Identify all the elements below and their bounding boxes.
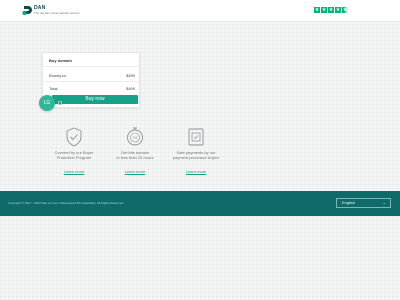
feature-safe-payments: Safe payments by our payment processor A…	[156, 126, 236, 178]
half-star-icon: ★	[342, 7, 348, 13]
shield-check-icon	[66, 127, 82, 147]
language-select[interactable]: English ⌄	[336, 198, 391, 208]
site-header: DAN The domain name transfer service ★ ★…	[0, 0, 400, 22]
chat-avatar-button[interactable]: LG	[39, 95, 55, 111]
learn-more-link[interactable]: Learn more	[125, 169, 145, 174]
domain-price: $499	[126, 73, 135, 78]
feature-text-line2: payment processor Adyen	[172, 155, 220, 160]
card-title: Buy domain	[49, 58, 72, 63]
message-icon[interactable]	[58, 101, 62, 105]
secure-payment-icon	[188, 128, 204, 146]
svg-text:24: 24	[133, 136, 137, 140]
learn-more-link[interactable]: Learn more	[64, 169, 84, 174]
buy-now-button[interactable]: Buy now	[52, 95, 138, 104]
brand-tagline: The domain name transfer service	[34, 11, 80, 15]
divider	[43, 81, 139, 82]
star-icon: ★	[314, 7, 320, 13]
copyright-text: Copyright © 2017 - 2024 Dan.com an Undev…	[8, 201, 124, 205]
star-icon: ★	[328, 7, 334, 13]
total-price: $499	[126, 86, 135, 91]
buy-domain-card: Buy domain Boosty.co $499 Total $499 Buy…	[42, 52, 140, 108]
dan-logo-icon[interactable]	[22, 5, 32, 16]
learn-more-link[interactable]: Learn more	[186, 169, 206, 174]
chevron-down-icon: ⌄	[382, 200, 386, 205]
trustpilot-rating[interactable]: ★ ★ ★ ★ ★	[314, 7, 348, 13]
site-footer: Copyright © 2017 - 2024 Dan.com an Undev…	[0, 191, 400, 216]
divider	[43, 66, 139, 67]
star-icon: ★	[335, 7, 341, 13]
language-value: English	[342, 200, 356, 205]
total-label: Total	[49, 86, 58, 91]
clock-24h-icon: 24	[127, 127, 143, 146]
domain-name: Boosty.co	[49, 73, 67, 78]
star-icon: ★	[321, 7, 327, 13]
